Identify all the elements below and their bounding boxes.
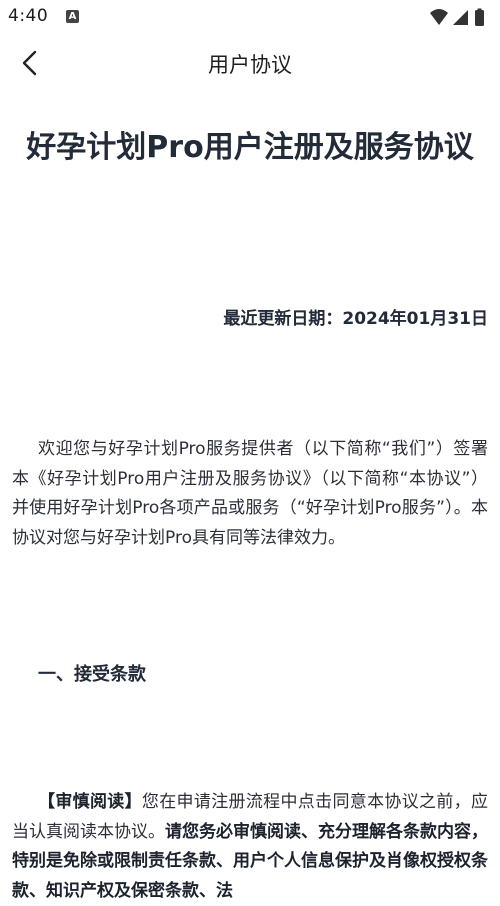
intro-paragraph: 欢迎您与好孕计划Pro服务提供者（以下简称“我们”）签署本《好孕计划Pro用户注… bbox=[12, 439, 488, 548]
bold-lead: 【审慎阅读】 bbox=[38, 792, 142, 812]
battery-icon bbox=[475, 10, 484, 26]
status-icons bbox=[428, 8, 490, 33]
section-heading: 一、接受条款 bbox=[38, 664, 146, 685]
status-bar: 4:40 A bbox=[0, 0, 500, 34]
document-content: 好孕计划Pro用户注册及服务协议 最近更新日期：2024年01月31日 欢迎您与… bbox=[12, 92, 488, 901]
nav-title: 用户协议 bbox=[208, 53, 292, 77]
signal-icon bbox=[453, 10, 468, 25]
status-time: 4:40 bbox=[8, 6, 49, 26]
update-date: 最近更新日期：2024年01月31日 bbox=[223, 309, 488, 329]
nav-bar: 用户协议 bbox=[0, 34, 500, 92]
a-app-icon: A bbox=[66, 10, 79, 23]
wifi-icon bbox=[430, 9, 448, 25]
document-title: 好孕计划Pro用户注册及服务协议 bbox=[26, 130, 474, 165]
section-paragraph: 【审慎阅读】您在申请注册流程中点击同意本协议之前，应当认真阅读本协议。请您务必审… bbox=[12, 788, 488, 906]
